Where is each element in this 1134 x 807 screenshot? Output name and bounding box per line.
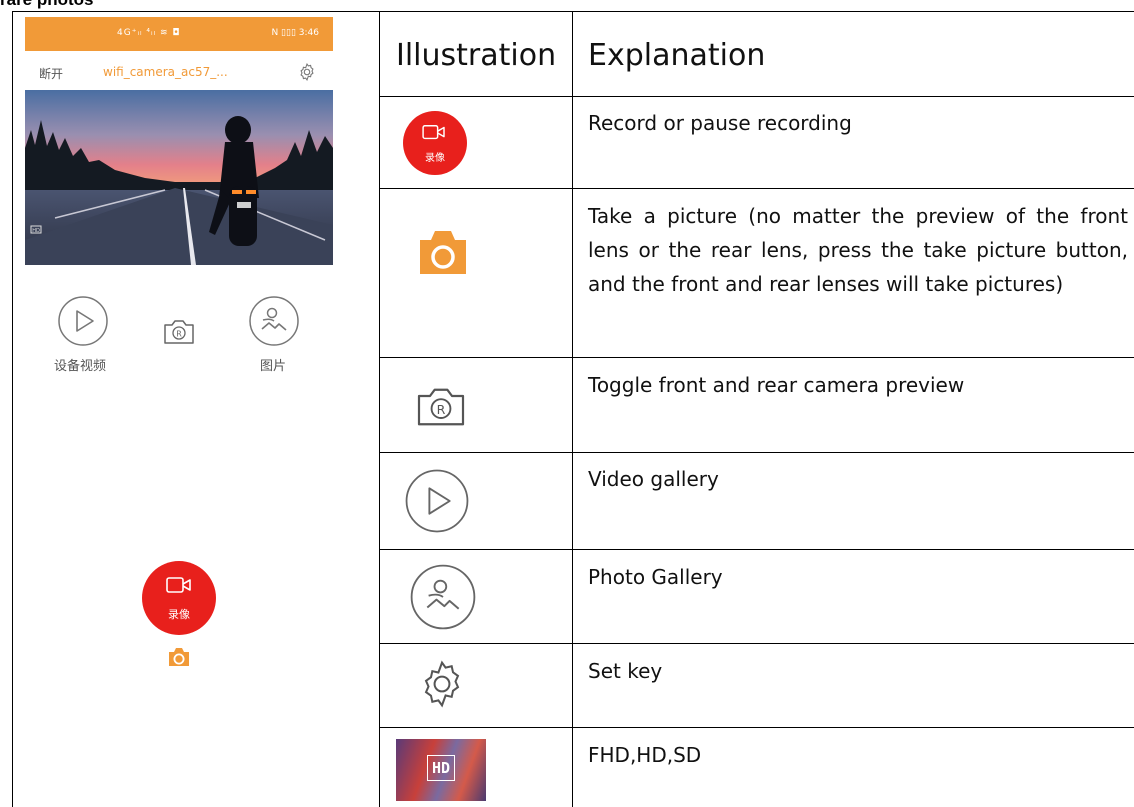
- record-icon: 录像: [403, 111, 467, 175]
- video-gallery-label: 设备视频: [54, 359, 107, 374]
- svg-text:R: R: [176, 330, 182, 339]
- explanation-photo-gallery: Photo Gallery: [588, 565, 723, 589]
- row-line-4: [379, 452, 1134, 453]
- signal-indicators: 4G⁺ᵢₗ ⁴ᵢₗ ≋ ◘: [117, 28, 181, 38]
- status-bar: 4G⁺ᵢₗ ⁴ᵢₗ ≋ ◘ N ▯▯▯ 3:46: [25, 17, 333, 51]
- row-line-3: [379, 357, 1134, 358]
- hd-icon: HD: [396, 739, 486, 801]
- gear-icon: [424, 660, 460, 708]
- photo-gallery-label: 图片: [260, 359, 287, 374]
- camera-ssid: wifi_camera_ac57_...: [103, 65, 228, 79]
- camera-icon: [420, 231, 466, 274]
- record-label: 录像: [168, 608, 190, 621]
- table-col-divider-1: [379, 11, 380, 807]
- table-border-top: [12, 11, 1134, 12]
- row-line-7: [379, 727, 1134, 728]
- row-line-6: [379, 643, 1134, 644]
- explanation-record: Record or pause recording: [588, 111, 852, 135]
- row-line-2: [379, 188, 1134, 189]
- row-line-5: [379, 549, 1134, 550]
- photo-gallery-button[interactable]: [248, 295, 300, 347]
- svg-text:R: R: [437, 402, 446, 417]
- take-photo-button[interactable]: [167, 646, 191, 668]
- video-camera-icon: [422, 125, 445, 140]
- explanation-set-key: Set key: [588, 659, 663, 683]
- table-border-left: [12, 11, 13, 807]
- explanation-take-picture: Take a picture (no matter the preview of…: [588, 204, 1128, 296]
- battery-time: N ▯▯▯ 3:46: [271, 28, 319, 38]
- hd-icon-label: HD: [431, 759, 451, 777]
- play-icon: [405, 469, 469, 533]
- explanation-toggle-camera: Toggle front and rear camera preview: [588, 373, 965, 397]
- image-icon: [410, 564, 476, 630]
- table-col-divider-2: [572, 11, 573, 807]
- header-explanation: Explanation: [588, 38, 766, 73]
- camera-switch-icon: R: [417, 388, 465, 426]
- record-icon-label: 录像: [425, 153, 445, 164]
- video-camera-icon: [166, 577, 191, 593]
- disconnect-button[interactable]: 断开: [39, 65, 63, 82]
- camera-preview-image: HD: [25, 90, 333, 265]
- row-line-1: [379, 96, 1134, 97]
- record-button[interactable]: 录像: [142, 561, 216, 635]
- app-screenshot: 4G⁺ᵢₗ ⁴ᵢₗ ≋ ◘ N ▯▯▯ 3:46 断开 wifi_camera_…: [25, 17, 333, 797]
- camera-switch-button[interactable]: R: [162, 318, 196, 346]
- explanation-video-gallery: Video gallery: [588, 467, 719, 491]
- clipped-heading: rare photos: [0, 0, 94, 10]
- explanation-resolution: FHD,HD,SD: [588, 743, 702, 767]
- app-bar: 断开 wifi_camera_ac57_...: [25, 51, 333, 89]
- preview-hd-badge[interactable]: HD: [32, 228, 40, 234]
- header-illustration: Illustration: [396, 38, 557, 73]
- gear-icon[interactable]: [297, 62, 317, 82]
- video-gallery-button[interactable]: [57, 295, 109, 347]
